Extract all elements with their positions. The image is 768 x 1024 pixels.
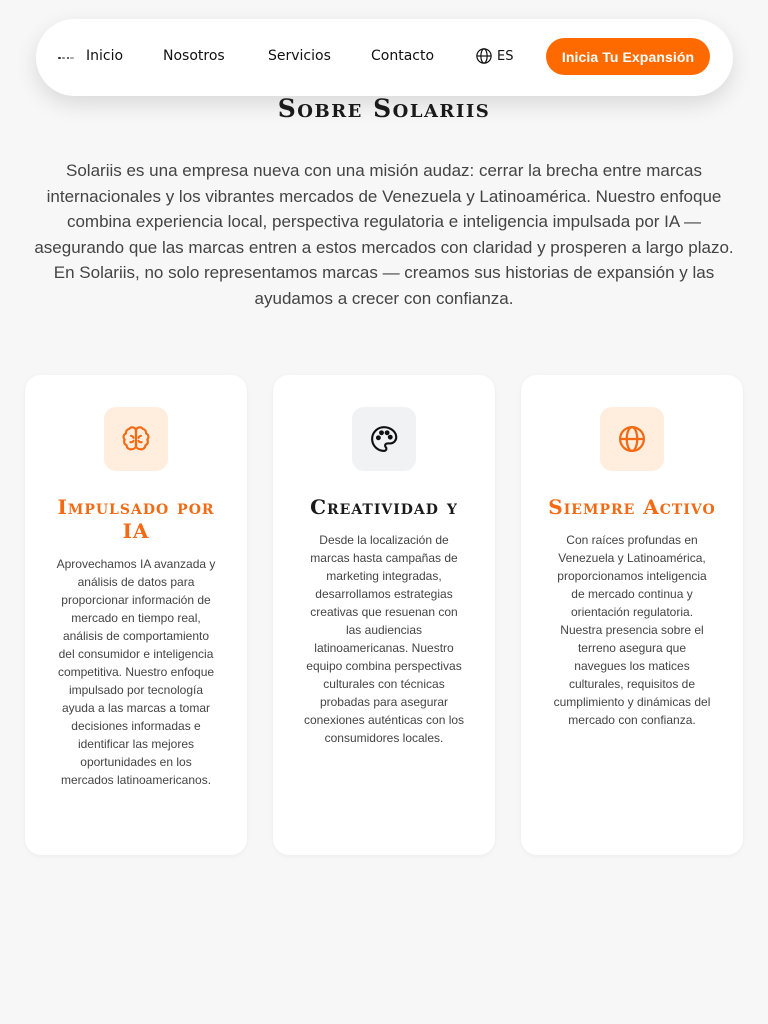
nav-link-nosotros[interactable]: Nosotros [163, 47, 225, 65]
card-description: Aprovechamos IA avanzada y análisis de d… [56, 557, 216, 787]
start-expansion-button[interactable]: Inicia Tu Expansión [546, 38, 710, 75]
palette-icon [371, 426, 398, 452]
language-selector[interactable]: ES [475, 47, 513, 65]
globe-icon [619, 426, 645, 452]
language-label: ES [497, 48, 514, 64]
page: Inicio Nosotros Servicios Contacto ES In… [0, 0, 768, 1024]
card-description: Desde la localización de marcas hasta ca… [303, 533, 465, 745]
intro-paragraph: Solariis es una empresa nueva con una mi… [34, 161, 734, 308]
card-title: Siempre Activo [548, 495, 716, 519]
card-description: Con raíces profundas en Venezuela y Lati… [553, 533, 711, 727]
card-icon-wrapper [104, 407, 168, 471]
brain-icon [122, 426, 150, 451]
logo[interactable] [58, 57, 74, 61]
nav-link-inicio[interactable]: Inicio [86, 47, 123, 65]
feature-card-ai: Impulsado por IA Aprovechamos IA avanzad… [25, 375, 247, 855]
nav-link-servicios[interactable]: Servicios [268, 47, 331, 65]
globe-icon [476, 48, 492, 64]
card-title: Impulsado por IA [57, 495, 215, 543]
section-title: Sobre Solariis [277, 94, 491, 123]
card-title: Creatividad y [310, 495, 458, 519]
feature-card-creativity: Creatividad y Desde la localización de m… [273, 375, 495, 855]
card-icon-wrapper [352, 407, 416, 471]
feature-card-always-active: Siempre Activo Con raíces profundas en V… [521, 375, 743, 855]
nav-link-contacto[interactable]: Contacto [371, 47, 434, 65]
card-icon-wrapper [600, 407, 664, 471]
